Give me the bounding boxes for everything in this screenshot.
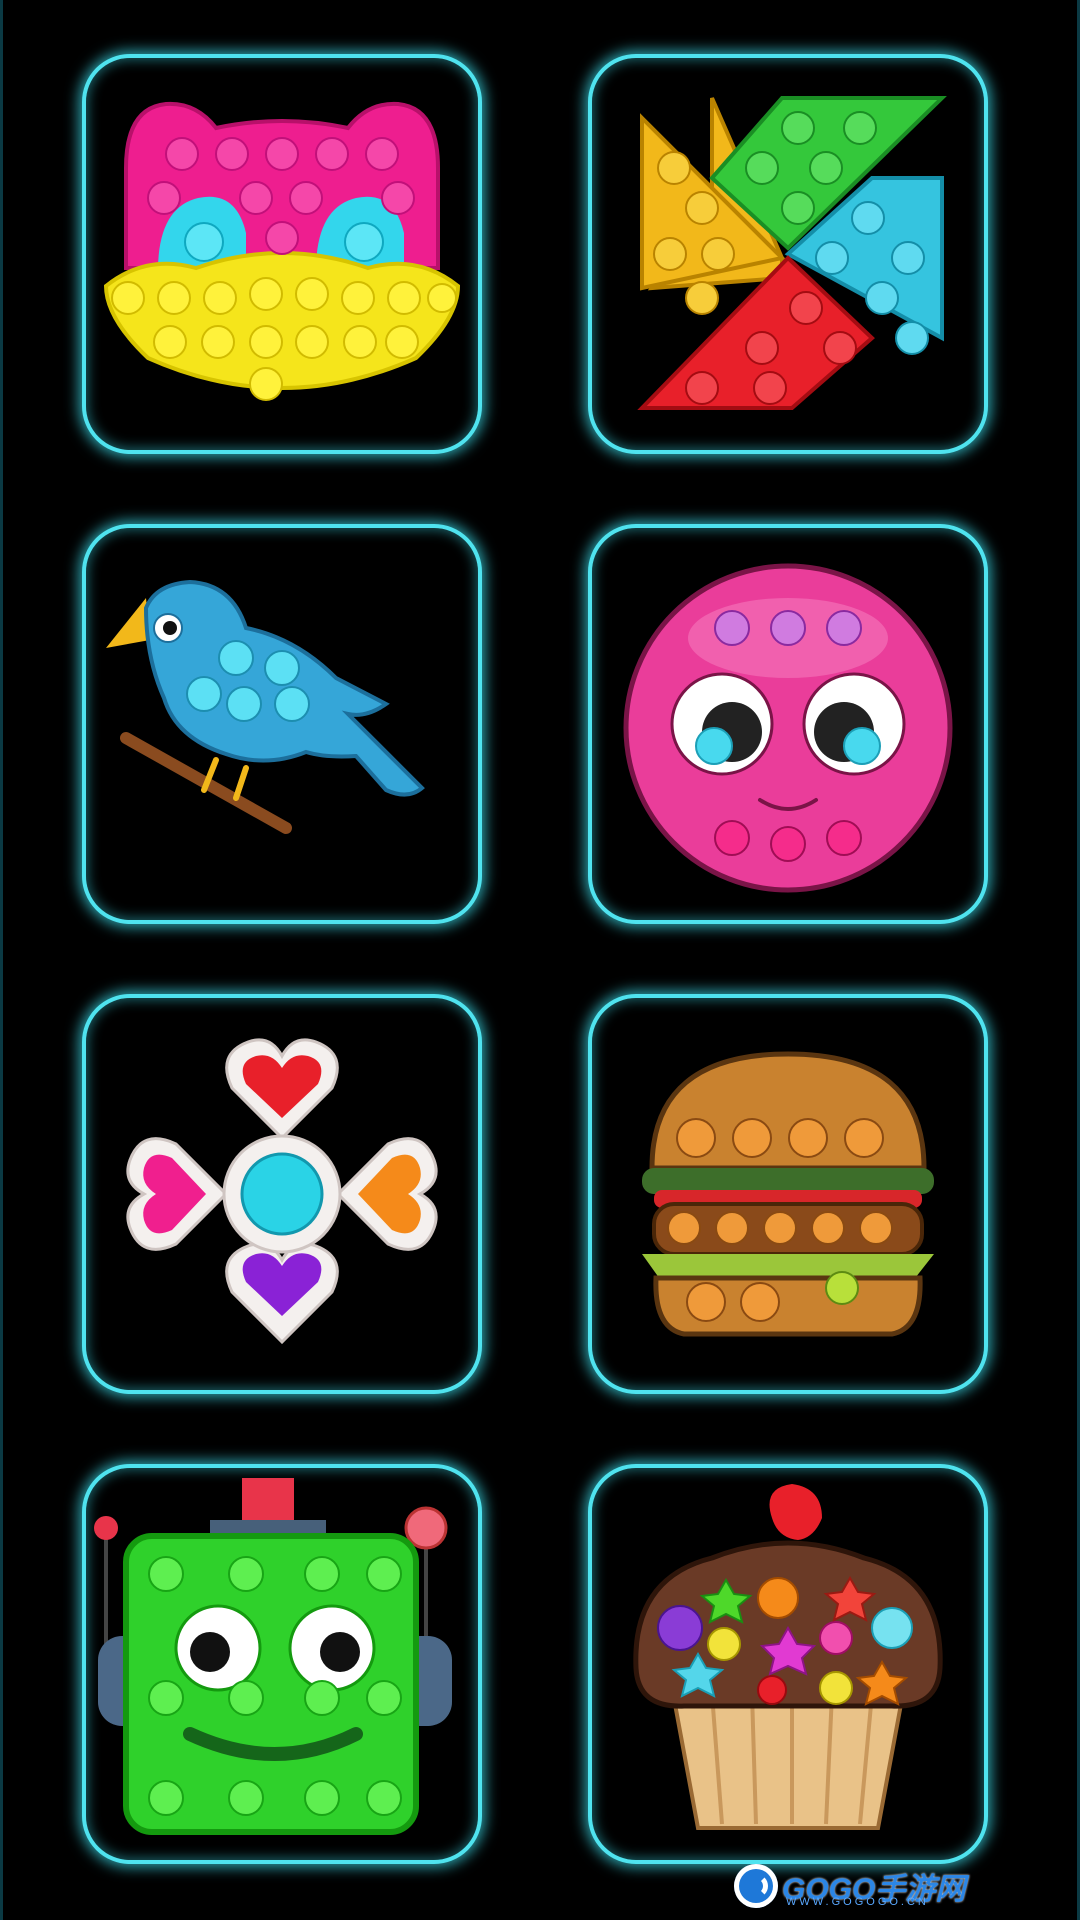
bird-pop-it-icon	[106, 579, 425, 834]
level-tile-pinwheel[interactable]	[588, 54, 988, 454]
level-tile-bird[interactable]	[82, 524, 482, 924]
level-grid	[82, 54, 988, 1864]
level-tile-hearts[interactable]	[82, 994, 482, 1394]
heart-fidget-pop-it-icon	[126, 1038, 438, 1345]
burger-pop-it-icon	[642, 1051, 934, 1337]
level-tile-burger[interactable]	[588, 994, 988, 1394]
smiley-ball-pop-it-icon	[623, 563, 953, 893]
robot-pop-it-icon	[94, 1478, 452, 1835]
level-tile-robot[interactable]	[82, 1464, 482, 1864]
gogo-logo-icon	[734, 1864, 778, 1908]
level-tile-owl[interactable]	[82, 54, 482, 454]
pinwheel-pop-it-icon	[637, 96, 947, 410]
level-tile-pink-face[interactable]	[588, 524, 988, 924]
owl-pop-it-icon	[103, 101, 461, 401]
watermark-url: WWW.GOGOGO.CN	[786, 1896, 929, 1908]
level-tile-cupcake[interactable]	[588, 1464, 988, 1864]
watermark: GOGO手游网 WWW.GOGOGO.CN	[734, 1862, 965, 1912]
cupcake-pop-it-icon	[633, 1484, 943, 1830]
